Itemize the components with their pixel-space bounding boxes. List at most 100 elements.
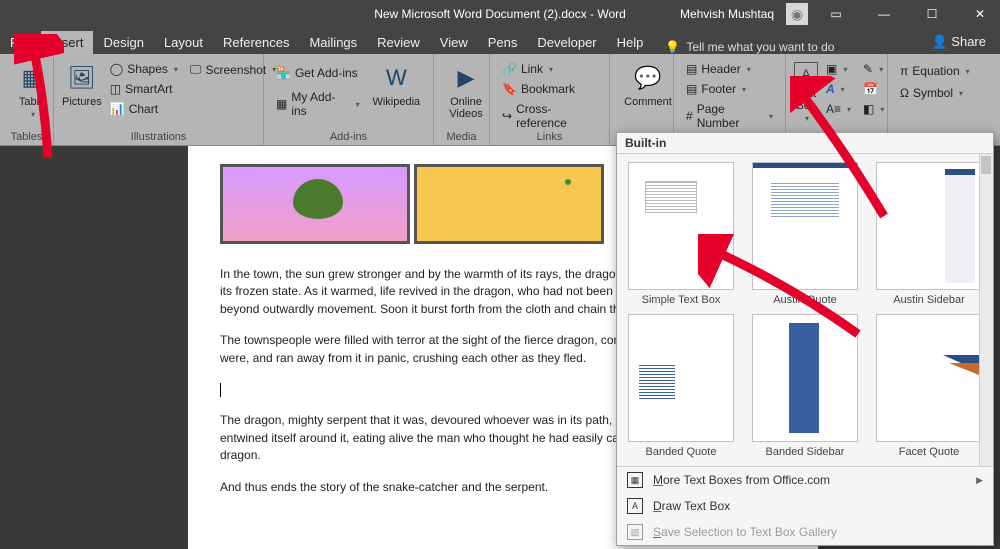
draw-text-box-menuitem[interactable]: A Draw Text Box [617, 493, 993, 519]
gallery-thumb [752, 162, 858, 290]
chart-button[interactable]: 📊Chart [106, 100, 182, 118]
user-avatar-icon[interactable]: ◉ [786, 3, 808, 25]
link-icon: 🔗 [502, 62, 517, 76]
tab-mailings[interactable]: Mailings [299, 31, 367, 54]
shapes-icon: ◯ [110, 62, 123, 76]
window-title: New Microsoft Word Document (2).docx - W… [374, 7, 626, 21]
close-button[interactable]: ✕ [960, 0, 1000, 28]
wikipedia-icon: W [380, 62, 412, 94]
drop-cap-icon: A≡ [826, 102, 841, 116]
user-name[interactable]: Mehvish Mushtaq [676, 7, 778, 21]
maximize-button[interactable]: ☐ [912, 0, 952, 28]
signature-line-button[interactable]: ✎▾ [859, 60, 888, 78]
lightbulb-icon: 💡 [665, 40, 680, 54]
tell-me-placeholder: Tell me what you want to do [686, 40, 834, 54]
footer-button[interactable]: ▤Footer▾ [682, 80, 777, 98]
comment-icon: 💬 [632, 62, 664, 94]
link-button[interactable]: 🔗Link▾ [498, 60, 601, 78]
table-button[interactable]: ▦ Table▾ [8, 58, 56, 119]
inserted-image-1[interactable] [220, 164, 410, 244]
minimize-button[interactable]: — [864, 0, 904, 28]
get-addins-button[interactable]: 🏪Get Add-ins [272, 64, 364, 82]
addins-icon: ▦ [276, 97, 287, 111]
symbol-button[interactable]: ΩSymbol▾ [896, 84, 972, 102]
tab-pens[interactable]: Pens [478, 31, 528, 54]
tab-file[interactable]: File [0, 31, 41, 54]
pictures-icon: 🖼 [66, 62, 98, 94]
symbol-icon: Ω [900, 86, 909, 100]
object-button[interactable]: ◧▾ [859, 100, 888, 118]
share-button[interactable]: 👤 Share [917, 30, 1000, 54]
signature-icon: ✎ [863, 62, 873, 76]
smartart-button[interactable]: ◫SmartArt [106, 80, 182, 98]
gallery-thumb [752, 314, 858, 442]
inserted-image-2[interactable] [414, 164, 604, 244]
wikipedia-button[interactable]: W Wikipedia [368, 58, 425, 124]
footer-icon: ▤ [686, 82, 697, 96]
gallery-section-header: Built-in [617, 133, 993, 154]
tab-layout[interactable]: Layout [154, 31, 213, 54]
shapes-button[interactable]: ◯Shapes▾ [106, 60, 182, 78]
group-addins: 🏪Get Add-ins ▦My Add-ins▾ W Wikipedia Ad… [264, 54, 434, 145]
text-box-button[interactable]: A Text Box▾ [794, 58, 818, 124]
tab-references[interactable]: References [213, 31, 299, 54]
cross-reference-button[interactable]: ↪Cross-reference [498, 100, 601, 132]
equation-icon: π [900, 64, 908, 78]
ribbon-display-options-icon[interactable]: ▭ [816, 0, 856, 28]
tab-review[interactable]: Review [367, 31, 430, 54]
submenu-arrow-icon: ▶ [976, 475, 983, 486]
online-videos-button[interactable]: ▶ Online Videos [442, 58, 490, 120]
page-number-button[interactable]: #Page Number▾ [682, 100, 777, 132]
bookmark-button[interactable]: 🔖Bookmark [498, 80, 601, 98]
header-button[interactable]: ▤Header▾ [682, 60, 777, 78]
group-tables: ▦ Table▾ Tables [0, 54, 54, 145]
gallery-item-banded-quote[interactable]: Banded Quote [619, 310, 743, 462]
drop-cap-button[interactable]: A≡▾ [822, 100, 855, 118]
gallery-scrollbar[interactable] [979, 154, 993, 466]
header-icon: ▤ [686, 62, 697, 76]
wordart-icon: A [826, 82, 835, 96]
store-icon: 🏪 [276, 66, 291, 80]
title-bar: New Microsoft Word Document (2).docx - W… [0, 0, 1000, 28]
more-text-boxes-menuitem[interactable]: ▦ More Text Boxes from Office.com ▶ [617, 467, 993, 493]
date-icon: 📅 [863, 82, 878, 96]
tell-me-search[interactable]: 💡 Tell me what you want to do [665, 40, 834, 54]
draw-textbox-icon: A [627, 498, 643, 514]
object-icon: ◧ [863, 102, 874, 116]
gallery-item-facet-quote[interactable]: Facet Quote [867, 310, 991, 462]
date-time-button[interactable]: 📅 [859, 80, 888, 98]
tab-help[interactable]: Help [607, 31, 654, 54]
chart-icon: 📊 [110, 102, 125, 116]
gallery-thumb [628, 162, 734, 290]
wordart-button[interactable]: A▾ [822, 80, 855, 98]
crossref-icon: ↪ [502, 109, 512, 123]
text-cursor [220, 383, 221, 397]
tab-developer[interactable]: Developer [527, 31, 606, 54]
video-icon: ▶ [450, 62, 482, 94]
menu-label: ore Text Boxes from Office.com [663, 473, 830, 487]
group-media: ▶ Online Videos Media [434, 54, 490, 145]
quick-parts-button[interactable]: ▣▾ [822, 60, 855, 78]
gallery-thumb [876, 162, 982, 290]
screenshot-icon: 🖵 [190, 62, 202, 77]
bookmark-icon: 🔖 [502, 82, 517, 96]
gallery-item-banded-sidebar[interactable]: Banded Sidebar [743, 310, 867, 462]
pictures-button[interactable]: 🖼 Pictures [62, 58, 102, 124]
save-selection-menuitem: ▧ Save Selection to Text Box Gallery [617, 519, 993, 545]
gallery-item-austin-quote[interactable]: Austin Quote [743, 158, 867, 310]
group-links: 🔗Link▾ 🔖Bookmark ↪Cross-reference Links [490, 54, 610, 145]
my-addins-button[interactable]: ▦My Add-ins▾ [272, 88, 364, 120]
office-icon: ▦ [627, 472, 643, 488]
group-illustrations: 🖼 Pictures ◯Shapes▾ ◫SmartArt 📊Chart 🖵Sc… [54, 54, 264, 145]
gallery-footer: ▦ More Text Boxes from Office.com ▶ A Dr… [617, 466, 993, 545]
quick-parts-icon: ▣ [826, 62, 837, 76]
smartart-icon: ◫ [110, 82, 121, 96]
menu-label: raw Text Box [662, 499, 730, 513]
tab-insert[interactable]: Insert [41, 31, 94, 54]
tab-view[interactable]: View [430, 31, 478, 54]
equation-button[interactable]: πEquation▾ [896, 62, 972, 80]
gallery-item-austin-sidebar[interactable]: Austin Sidebar [867, 158, 991, 310]
gallery-item-simple-text-box[interactable]: Simple Text Box [619, 158, 743, 310]
comment-button[interactable]: 💬 Comment [618, 58, 678, 108]
tab-design[interactable]: Design [93, 31, 153, 54]
